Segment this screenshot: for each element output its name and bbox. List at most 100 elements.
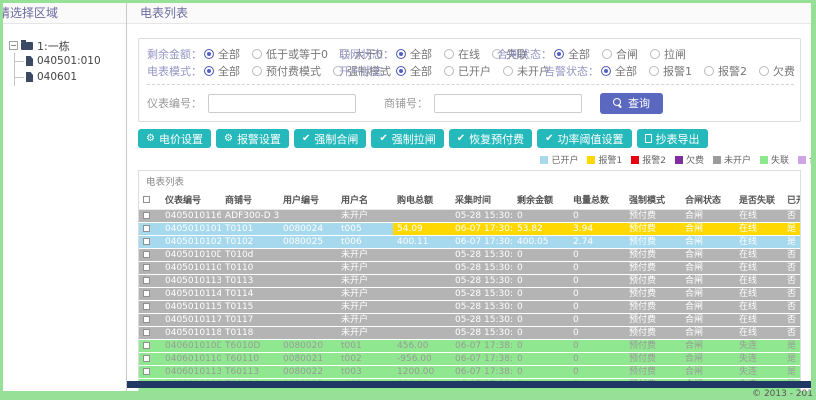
radio-selected-icon[interactable] bbox=[396, 65, 406, 76]
legend-item: 失联 bbox=[759, 153, 789, 166]
radio-icon[interactable] bbox=[252, 65, 262, 76]
query-button[interactable]: 查询 bbox=[600, 92, 663, 114]
报警设置-button[interactable]: ⚙ 报警设置 bbox=[215, 129, 289, 148]
radio-option[interactable]: 拉闸 bbox=[650, 46, 686, 62]
row-checkbox[interactable] bbox=[143, 368, 150, 375]
radio-option[interactable]: 已开户 bbox=[444, 63, 491, 79]
legend-swatch bbox=[797, 155, 806, 164]
row-checkbox[interactable] bbox=[143, 316, 150, 323]
shop-no-input[interactable] bbox=[434, 93, 582, 113]
radio-option[interactable]: 欠费 bbox=[759, 63, 795, 79]
radio-option-label: 全部 bbox=[218, 64, 240, 78]
row-checkbox-cell bbox=[139, 235, 161, 249]
toolbar-button-label: 强制拉闸 bbox=[391, 133, 436, 146]
table-row[interactable]: 0406010113 T60113 0080022 t003 1200.00 06-07 … bbox=[139, 365, 800, 379]
radio-icon[interactable] bbox=[602, 48, 612, 59]
radio-option[interactable]: 报警1 bbox=[649, 63, 692, 79]
radio-icon[interactable] bbox=[503, 65, 513, 76]
meter-no-input[interactable] bbox=[208, 93, 356, 113]
抄表导出-button[interactable]: 抄表导出 bbox=[636, 129, 708, 148]
table-row[interactable]: 0406010110 T60110 0080021 t002 -956.00 06-07 … bbox=[139, 352, 800, 366]
table-cell: 0 bbox=[513, 300, 569, 314]
radio-selected-icon[interactable] bbox=[554, 48, 564, 59]
row-checkbox[interactable] bbox=[143, 303, 150, 310]
radio-option[interactable]: 全部 bbox=[204, 46, 240, 62]
row-checkbox[interactable] bbox=[143, 264, 150, 271]
table-cell: 在线 bbox=[735, 313, 783, 327]
table-row[interactable]: 040501010DT010d未开户05-28 15:30:0000预付费合闸在… bbox=[139, 248, 800, 262]
meter-panel: 电表列表 剩余金额： 全部 低于或等于0 大于0 联网状态： 全部 在线 失联 合闸状态： 全部合… bbox=[127, 3, 811, 391]
tree-node-040601[interactable]: 040601 bbox=[15, 69, 126, 85]
radio-option-label: 低于或等于0 bbox=[266, 47, 328, 61]
radio-option[interactable]: 全部 bbox=[396, 46, 432, 62]
table-cell: 在线 bbox=[735, 261, 783, 275]
row-checkbox[interactable] bbox=[143, 355, 150, 362]
table-cell: 否 bbox=[783, 209, 800, 223]
row-checkbox[interactable] bbox=[143, 212, 150, 219]
radio-selected-icon[interactable] bbox=[601, 65, 611, 76]
collapse-icon[interactable]: − bbox=[9, 41, 18, 50]
radio-icon[interactable] bbox=[759, 65, 769, 76]
table-row[interactable]: 0405010116ADF300-D 3未开户05-28 15:30:0000预… bbox=[139, 209, 800, 223]
radio-icon[interactable] bbox=[444, 65, 454, 76]
radio-icon[interactable] bbox=[444, 48, 454, 59]
table-row[interactable]: 0405010102 T0102 0080025 t006 400.11 06-07 17… bbox=[139, 235, 800, 249]
恢复预付费-button[interactable]: ✔ 恢复预付费 bbox=[448, 129, 533, 148]
row-checkbox[interactable] bbox=[143, 342, 150, 349]
select-all-checkbox[interactable] bbox=[143, 195, 150, 203]
table-cell: 合闸 bbox=[681, 222, 735, 236]
radio-option[interactable]: 低于或等于0 bbox=[252, 46, 328, 62]
row-checkbox[interactable] bbox=[143, 225, 150, 232]
radio-option[interactable]: 未开户 bbox=[503, 63, 550, 79]
tree-node-root[interactable]: − 1:一栋 bbox=[9, 38, 126, 53]
tree-node-040501:010[interactable]: 040501:010 bbox=[15, 53, 126, 69]
radio-icon[interactable] bbox=[252, 48, 262, 59]
table-cell: T0110 bbox=[221, 261, 279, 275]
radio-selected-icon[interactable] bbox=[396, 48, 406, 59]
table-row[interactable]: 0405010117T0117未开户05-28 15:30:0000预付费合闸在… bbox=[139, 313, 800, 327]
table-cell: 0080025 bbox=[279, 235, 337, 249]
check-icon: ✔ bbox=[301, 132, 311, 144]
电价设置-button[interactable]: ⚙ 电价设置 bbox=[138, 129, 211, 148]
table-row[interactable]: 040601010D T6010D 0080020 t001 456.00 06-07 1… bbox=[139, 339, 800, 353]
radio-icon[interactable] bbox=[650, 48, 660, 59]
table-row[interactable]: 0405010114T0114未开户05-28 15:30:0000预付费合闸在… bbox=[139, 287, 800, 301]
table-row[interactable]: 0405010110T0110未开户05-28 15:30:0000预付费合闸在… bbox=[139, 261, 800, 275]
radio-option-label: 全部 bbox=[615, 64, 637, 78]
radio-icon[interactable] bbox=[649, 65, 659, 76]
radio-option[interactable]: 全部 bbox=[554, 46, 590, 62]
radio-option[interactable]: 报警2 bbox=[704, 63, 747, 79]
table-cell: 在线 bbox=[735, 209, 783, 223]
row-checkbox[interactable] bbox=[143, 277, 150, 284]
table-cell: 在线 bbox=[735, 235, 783, 249]
radio-option[interactable]: 在线 bbox=[444, 46, 480, 62]
table-cell: 05-28 15:30:00 bbox=[451, 274, 513, 288]
radio-option[interactable]: 全部 bbox=[396, 63, 432, 79]
radio-option[interactable]: 全部 bbox=[601, 63, 637, 79]
radio-selected-icon[interactable] bbox=[204, 65, 214, 76]
radio-selected-icon[interactable] bbox=[204, 48, 214, 59]
强制拉闸-button[interactable]: ✔ 强制拉闸 bbox=[371, 129, 444, 148]
table-row[interactable]: 0405010115T0115未开户05-28 15:30:0000预付费合闸在… bbox=[139, 300, 800, 314]
radio-option[interactable]: 全部 bbox=[204, 63, 240, 79]
column-header: 用户编号 bbox=[279, 190, 337, 210]
row-checkbox[interactable] bbox=[143, 290, 150, 297]
table-cell: 否 bbox=[783, 313, 800, 327]
table-row[interactable]: 0405010113T0113未开户05-28 15:30:0000预付费合闸在… bbox=[139, 274, 800, 288]
radio-option[interactable]: 合闸 bbox=[602, 46, 638, 62]
table-cell: 400.05 bbox=[513, 235, 569, 249]
强制合闸-button[interactable]: ✔ 强制合闸 bbox=[293, 129, 367, 148]
功率阈值设置-button[interactable]: ✔ 功率阈值设置 bbox=[537, 129, 632, 148]
radio-icon[interactable] bbox=[704, 65, 714, 76]
row-checkbox[interactable] bbox=[143, 238, 150, 245]
filter-row-2: 电表模式： 全部 预付费模式 强制模式 开户状态： 全部 已开户 未开户 告警状态： 全部 报警1 报… bbox=[147, 62, 800, 79]
table-cell: 合闸 bbox=[681, 326, 735, 340]
meter-no-label: 仪表编号： bbox=[147, 97, 202, 110]
radio-option[interactable]: 预付费模式 bbox=[252, 63, 321, 79]
table-cell: 0 bbox=[513, 339, 569, 353]
table-cell: 合闸 bbox=[681, 209, 735, 223]
row-checkbox[interactable] bbox=[143, 251, 150, 258]
table-row[interactable]: 0405010101 T0101 0080024 t005 54.09 06-07 17:… bbox=[139, 222, 800, 236]
row-checkbox[interactable] bbox=[143, 329, 150, 336]
table-row[interactable]: 0405010118T0118未开户05-28 15:30:0000预付费合闸在… bbox=[139, 326, 800, 340]
